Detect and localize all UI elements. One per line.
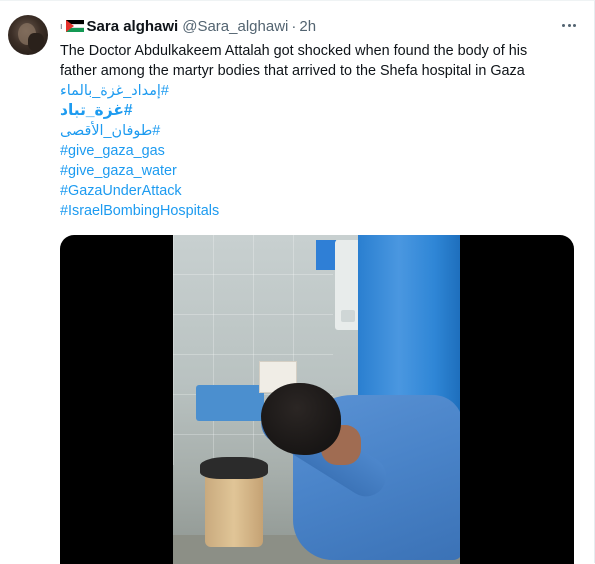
hashtag-link[interactable]: #إمداد_غزة_بالماء xyxy=(60,81,580,101)
author-name[interactable]: Sara alghawi xyxy=(87,18,179,35)
video-frame xyxy=(173,235,460,564)
hashtag-link[interactable]: #give_gaza_gas xyxy=(60,141,580,161)
palestine-flag-icon xyxy=(65,20,84,32)
hashtag-link[interactable]: #IsraelBombingHospitals xyxy=(60,201,580,221)
hashtag-link[interactable]: #طوفان_الأقصى xyxy=(60,121,580,141)
video-media[interactable] xyxy=(60,235,574,564)
author-handle[interactable]: @Sara_alghawi xyxy=(182,18,288,35)
header-separator: · xyxy=(291,17,297,35)
tweet-timestamp[interactable]: 2h xyxy=(299,18,316,35)
wall-bracket xyxy=(316,240,336,270)
more-options-icon[interactable] xyxy=(559,15,579,35)
hashtag-link[interactable]: #GazaUnderAttack xyxy=(60,181,580,201)
avatar-photo-shadow xyxy=(28,33,44,51)
tweet-header: ı Sara alghawi @Sara_alghawi · 2h xyxy=(60,16,316,36)
hashtag-link[interactable]: #give_gaza_water xyxy=(60,161,580,181)
tweet-text-line: father among the martyr bodies that arri… xyxy=(60,63,525,79)
wall-shelf xyxy=(196,385,264,421)
hashtag-link[interactable]: #غزة_تباد xyxy=(60,101,580,121)
avatar[interactable] xyxy=(8,15,48,55)
tweet[interactable]: ı Sara alghawi @Sara_alghawi · 2h The Do… xyxy=(0,0,595,564)
bin-bag xyxy=(200,457,268,479)
tweet-text: The Doctor Abdulkakeem Attalah got shock… xyxy=(60,41,580,221)
pre-marker: ı xyxy=(60,21,63,31)
tweet-text-line: The Doctor Abdulkakeem Attalah got shock… xyxy=(60,43,528,59)
